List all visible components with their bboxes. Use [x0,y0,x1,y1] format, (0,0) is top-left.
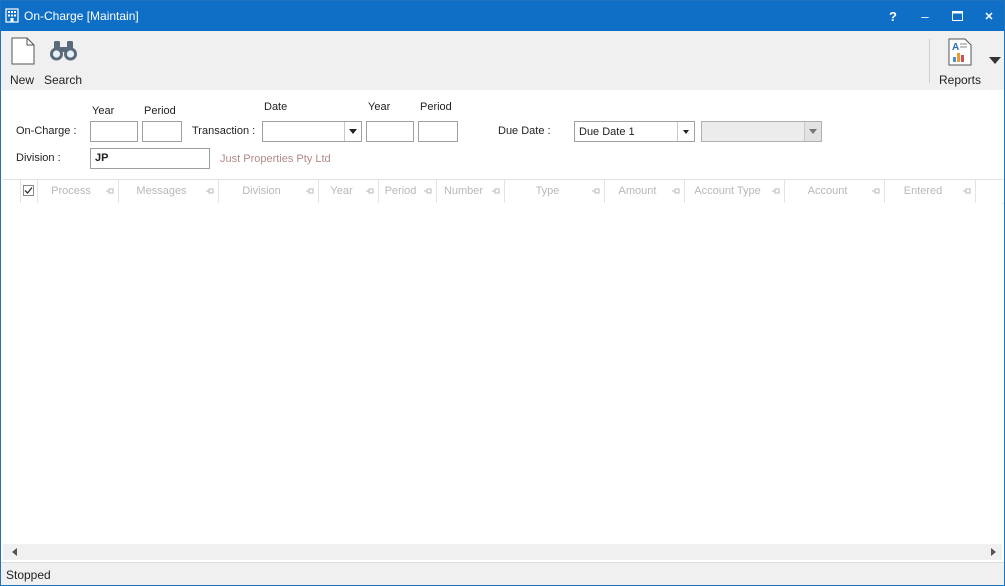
minimize-button[interactable]: – [909,1,941,31]
column-header-division[interactable]: Division [219,180,319,203]
help-icon: ? [889,8,897,24]
due-date-value: Due Date 1 [579,126,635,138]
division-label: Division : [16,152,61,164]
transaction-date-picker[interactable] [262,121,362,142]
dropdown-arrow-icon [989,57,1001,64]
scroll-left-icon[interactable] [12,548,17,556]
division-field[interactable]: JP [90,148,210,169]
pin-icon [306,188,314,194]
new-label: New [9,73,34,87]
pin-icon [672,188,680,194]
select-all-checkbox[interactable] [21,180,38,203]
column-header-type[interactable]: Type [505,180,605,203]
row-indicator-header [3,180,21,203]
help-button[interactable]: ? [877,1,909,31]
column-header-messages[interactable]: Messages [119,180,219,203]
maximize-button[interactable] [941,1,973,31]
document-icon [11,37,35,65]
column-header-amount[interactable]: Amount [605,180,685,203]
search-label: Search [43,73,83,87]
toolbar-more-button[interactable] [987,31,1003,90]
chevron-down-icon [683,129,689,134]
year-header: Year [92,105,115,117]
due-date-secondary-dropdown-button [804,122,821,141]
status-text: Stopped [6,568,51,582]
column-header-year[interactable]: Year [319,180,379,203]
column-header-account-type[interactable]: Account Type [685,180,785,203]
transaction-period-header: Period [420,101,452,113]
pin-icon [424,188,432,194]
pin-icon [592,188,600,194]
column-header-number[interactable]: Number [437,180,505,203]
on-charge-year-field[interactable] [90,121,138,142]
grid-header: Process Messages Division Year Period Nu… [3,179,1004,204]
window: On-Charge [Maintain] ? – ✕ New Search A … [0,0,1005,586]
column-header-period[interactable]: Period [379,180,437,203]
binoculars-icon [50,41,77,61]
checkbox-icon [23,185,34,196]
column-header-entered[interactable]: Entered [885,180,976,203]
close-button[interactable]: ✕ [973,1,1004,31]
toolbar: New Search A Reports [1,31,1004,90]
pin-icon [492,188,500,194]
transaction-year-field[interactable] [366,121,414,142]
transaction-date-dropdown-button[interactable] [344,122,361,141]
new-button[interactable]: New [3,31,41,90]
transaction-year-header: Year [368,101,391,113]
minimize-icon: – [921,8,929,24]
maximize-icon [951,11,963,21]
pin-icon [963,188,971,194]
pin-icon [872,188,880,194]
division-name: Just Properties Pty Ltd [220,153,331,165]
horizontal-scrollbar[interactable] [3,544,1002,560]
reports-label: Reports [938,73,982,87]
report-icon: A [948,38,972,66]
due-date-dropdown-button[interactable] [677,122,694,141]
title-bar: On-Charge [Maintain] ? – ✕ [1,1,1004,31]
search-button[interactable]: Search [43,31,83,90]
column-header-process[interactable]: Process [38,180,119,203]
due-date-select[interactable]: Due Date 1 [574,121,695,142]
reports-button[interactable]: A Reports [935,31,985,90]
grid-body[interactable] [3,203,1002,543]
toolbar-separator [929,39,930,83]
transaction-label: Transaction : [192,125,256,137]
pin-icon [206,188,214,194]
pin-icon [106,188,114,194]
pin-icon [772,188,780,194]
pin-icon [366,188,374,194]
svg-text:A: A [952,42,959,53]
transaction-period-field[interactable] [418,121,458,142]
on-charge-period-field[interactable] [142,121,182,142]
period-header: Period [144,105,176,117]
due-date-secondary-select [701,121,822,142]
due-date-label: Due Date : [498,125,551,137]
scroll-right-icon[interactable] [991,548,996,556]
window-title: On-Charge [Maintain] [24,9,139,23]
date-header: Date [264,101,288,113]
building-icon [5,8,19,23]
on-charge-label: On-Charge : [16,125,77,137]
column-header-account[interactable]: Account [785,180,885,203]
chevron-down-icon [349,129,357,134]
chevron-down-icon [809,129,817,134]
close-icon: ✕ [984,10,994,23]
status-bar: Stopped [1,562,1004,585]
